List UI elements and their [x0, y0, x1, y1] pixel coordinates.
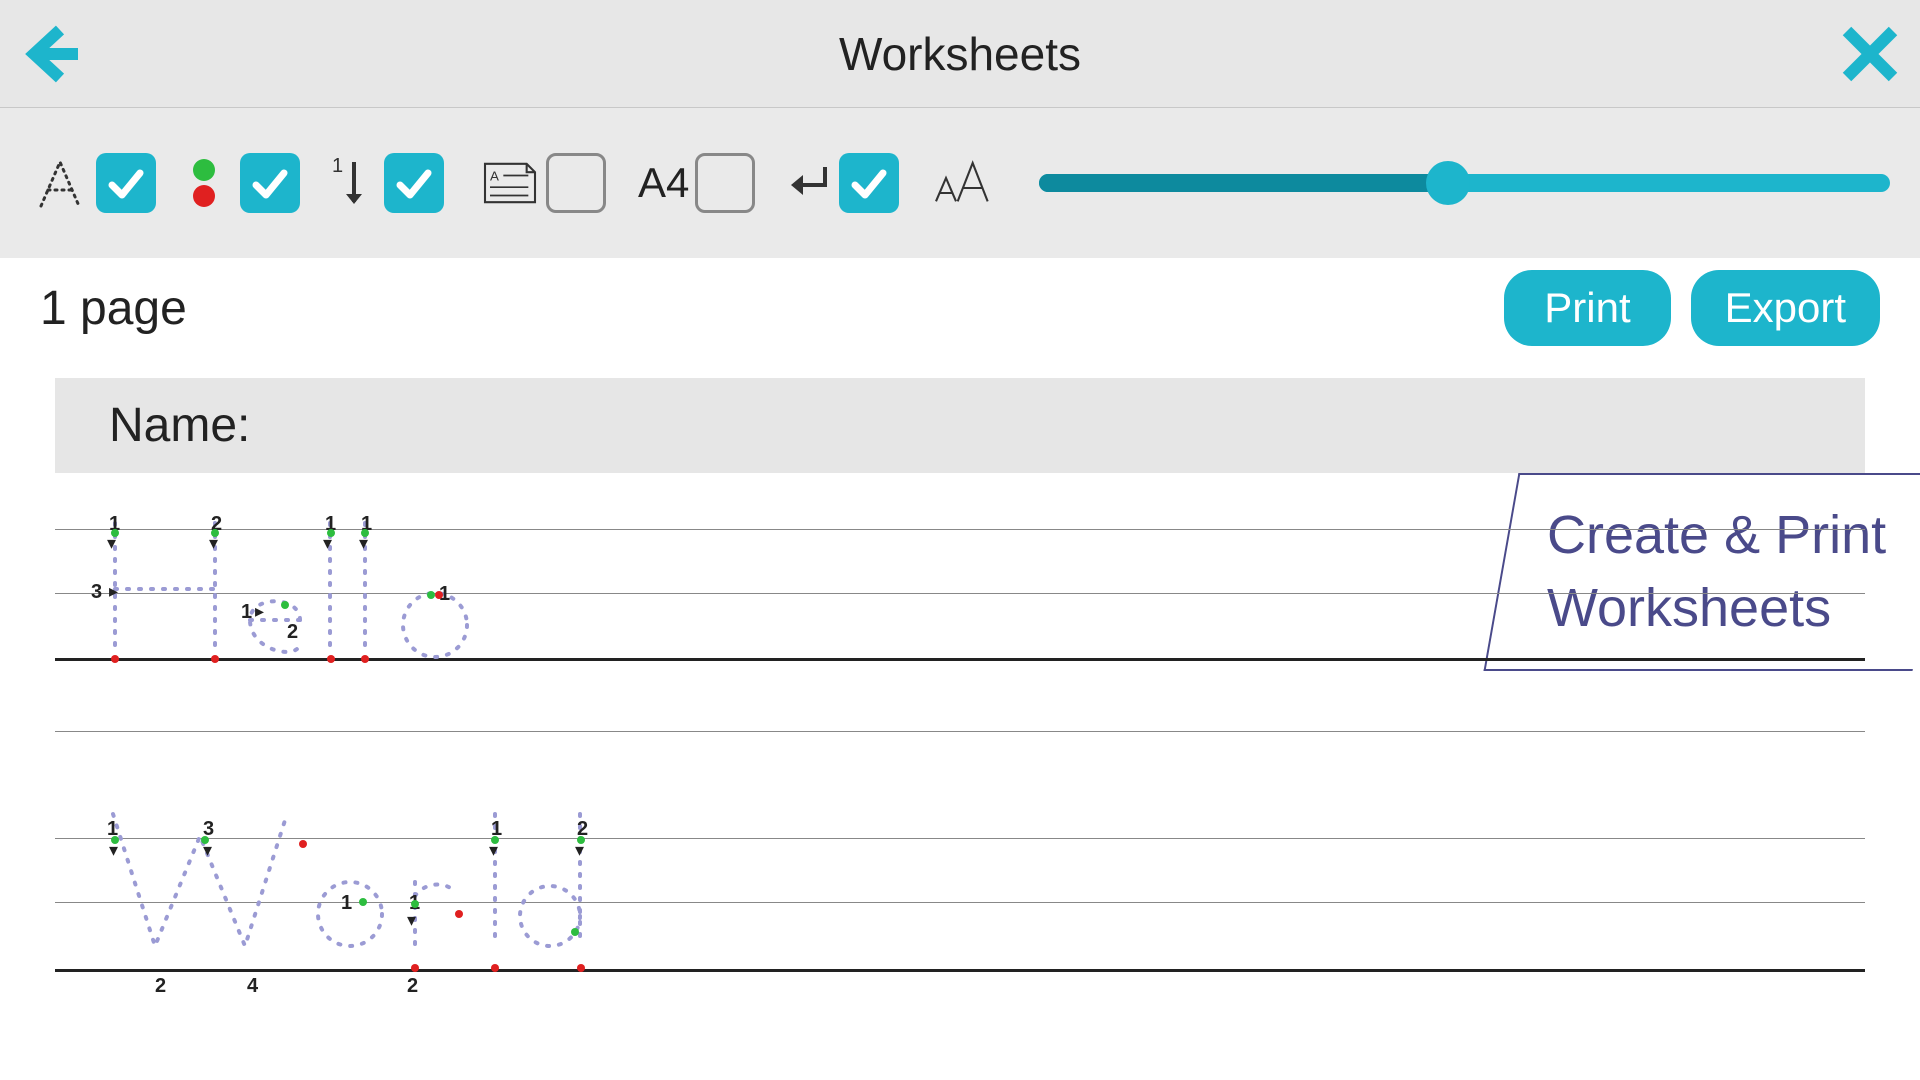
name-field-row: Name: [55, 378, 1865, 473]
dotted-a-icon [30, 153, 90, 213]
lined-paper-checkbox[interactable] [546, 153, 606, 213]
page-count-label: 1 page [40, 281, 187, 336]
stroke-order-toggle[interactable]: 1 [318, 153, 444, 213]
stroke-num: 3 [91, 581, 102, 604]
dotted-letters-toggle[interactable] [30, 153, 156, 213]
stroke-num: 2 [155, 975, 166, 998]
writing-line-2: 1 ▾ 3 ▾ 2 4 1 1 ▾ 2 1 ▾ 2 ▾ [55, 822, 1865, 992]
close-icon [1839, 23, 1901, 85]
check-icon [392, 161, 436, 205]
svg-text:A: A [490, 169, 499, 184]
color-dots-icon [174, 153, 234, 213]
font-size-slider[interactable] [1039, 174, 1890, 192]
header-bar: Worksheets [0, 0, 1920, 108]
lined-paper-toggle[interactable]: A [480, 153, 606, 213]
arrow-right-icon: ▸ [109, 581, 118, 602]
back-arrow-icon [18, 22, 82, 86]
page-title: Worksheets [839, 27, 1081, 81]
trace-world [95, 796, 655, 976]
toolbar: 1 A A4 [0, 108, 1920, 258]
stroke-order-icon: 1 [318, 153, 378, 213]
print-button[interactable]: Print [1504, 270, 1670, 346]
stroke-num: 1 [241, 601, 252, 624]
svg-text:1: 1 [332, 155, 343, 177]
name-label: Name: [109, 399, 250, 452]
color-dots-checkbox[interactable] [240, 153, 300, 213]
paper-size-label: A4 [638, 159, 689, 207]
check-icon [248, 161, 292, 205]
slider-track[interactable] [1039, 174, 1890, 192]
action-buttons: Print Export [1504, 270, 1880, 346]
back-button[interactable] [10, 14, 90, 94]
dotted-letters-checkbox[interactable] [96, 153, 156, 213]
return-icon [783, 153, 833, 213]
check-icon [847, 161, 891, 205]
arrow-right-icon: ▸ [255, 601, 264, 622]
newline-toggle[interactable] [783, 153, 899, 213]
paper-size-toggle[interactable]: A4 [638, 153, 755, 213]
close-button[interactable] [1830, 14, 1910, 94]
stroke-num: 4 [247, 975, 258, 998]
stroke-num: 2 [287, 621, 298, 644]
spacer-line [55, 731, 1865, 732]
arrow-down-icon: ▾ [407, 910, 416, 931]
stroke-num: 2 [407, 975, 418, 998]
paper-size-checkbox[interactable] [695, 153, 755, 213]
trace-hello [95, 505, 515, 665]
stroke-order-checkbox[interactable] [384, 153, 444, 213]
newline-checkbox[interactable] [839, 153, 899, 213]
check-icon [104, 161, 148, 205]
worksheet-preview: Name: Create & Print Worksheets 1 [0, 358, 1920, 992]
actions-bar: 1 page Print Export [0, 258, 1920, 358]
slider-thumb[interactable] [1426, 161, 1470, 205]
color-dots-toggle[interactable] [174, 153, 300, 213]
font-size-icon [931, 153, 991, 213]
lined-paper-icon: A [480, 153, 540, 213]
writing-line-1: 1 ▾ 2 ▾ 3 ▸ 1 ▸ 2 1 ▾ 1 ▾ 1 [55, 513, 1865, 661]
stroke-num: 1 [341, 892, 352, 915]
export-button[interactable]: Export [1691, 270, 1880, 346]
